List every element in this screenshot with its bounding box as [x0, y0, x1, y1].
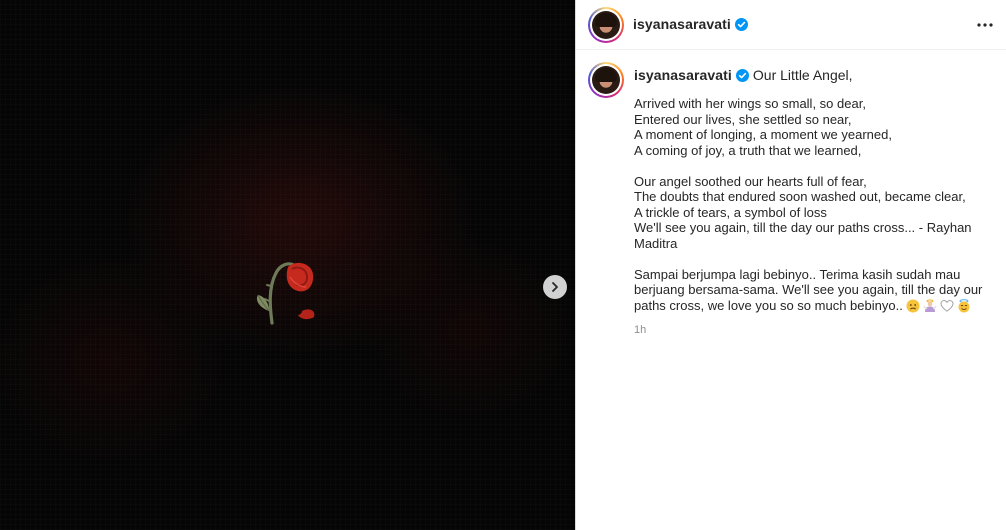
caption-line: A trickle of tears, a symbol of loss — [634, 204, 827, 220]
caption-line: A moment of longing, a moment we yearned… — [634, 127, 892, 142]
post-timestamp[interactable]: 1h — [634, 324, 646, 336]
caption-line: We'll see you again, till the day our pa… — [634, 220, 972, 235]
caption-line: A coming of joy, a truth that we learned… — [634, 142, 862, 158]
more-horizontal-icon — [977, 23, 993, 27]
caption-line: Maditra — [634, 235, 678, 251]
praying-angel-emoji-icon — [923, 299, 937, 312]
verified-badge-icon — [735, 69, 749, 82]
chevron-right-icon — [552, 282, 558, 292]
next-media-button[interactable] — [543, 275, 567, 299]
caption-line: Entered our lives, she settled so near, — [634, 111, 852, 127]
caption-line: Arrived with her wings so small, so dear… — [634, 96, 866, 111]
white-heart-emoji-icon — [940, 299, 954, 312]
stanza-spacer — [634, 158, 984, 174]
post-media — [0, 0, 575, 530]
sad-face-emoji-icon — [906, 299, 920, 312]
caption-line: The doubts that endured soon washed out,… — [634, 189, 966, 204]
username-text[interactable]: isyanasaravati — [633, 16, 731, 32]
stanza-spacer — [634, 251, 984, 267]
verified-badge-icon — [734, 18, 748, 31]
avatar[interactable] — [588, 7, 624, 43]
caption-title: Our Little Angel, — [752, 67, 853, 83]
more-options-button[interactable] — [973, 13, 997, 37]
caption-indonesian-text: Sampai berjumpa lagi bebinyo.. Terima ka… — [634, 267, 982, 313]
caption-text: Arrived with her wings so small, so dear… — [634, 96, 984, 313]
post-header: isyanasaravati — [576, 0, 1006, 50]
caption-line: Our angel soothed our hearts full of fea… — [634, 173, 867, 189]
caption-avatar[interactable] — [588, 62, 624, 98]
caption-username[interactable]: isyanasaravati — [634, 67, 732, 83]
angel-face-emoji-icon — [958, 298, 970, 312]
wilted-rose-image — [256, 262, 315, 325]
post-details-panel: isyanasaravati isyanasaravati Our Little… — [575, 0, 1006, 530]
post-username[interactable]: isyanasaravati — [633, 16, 748, 32]
caption-header: isyanasaravati Our Little Angel, — [634, 67, 853, 83]
